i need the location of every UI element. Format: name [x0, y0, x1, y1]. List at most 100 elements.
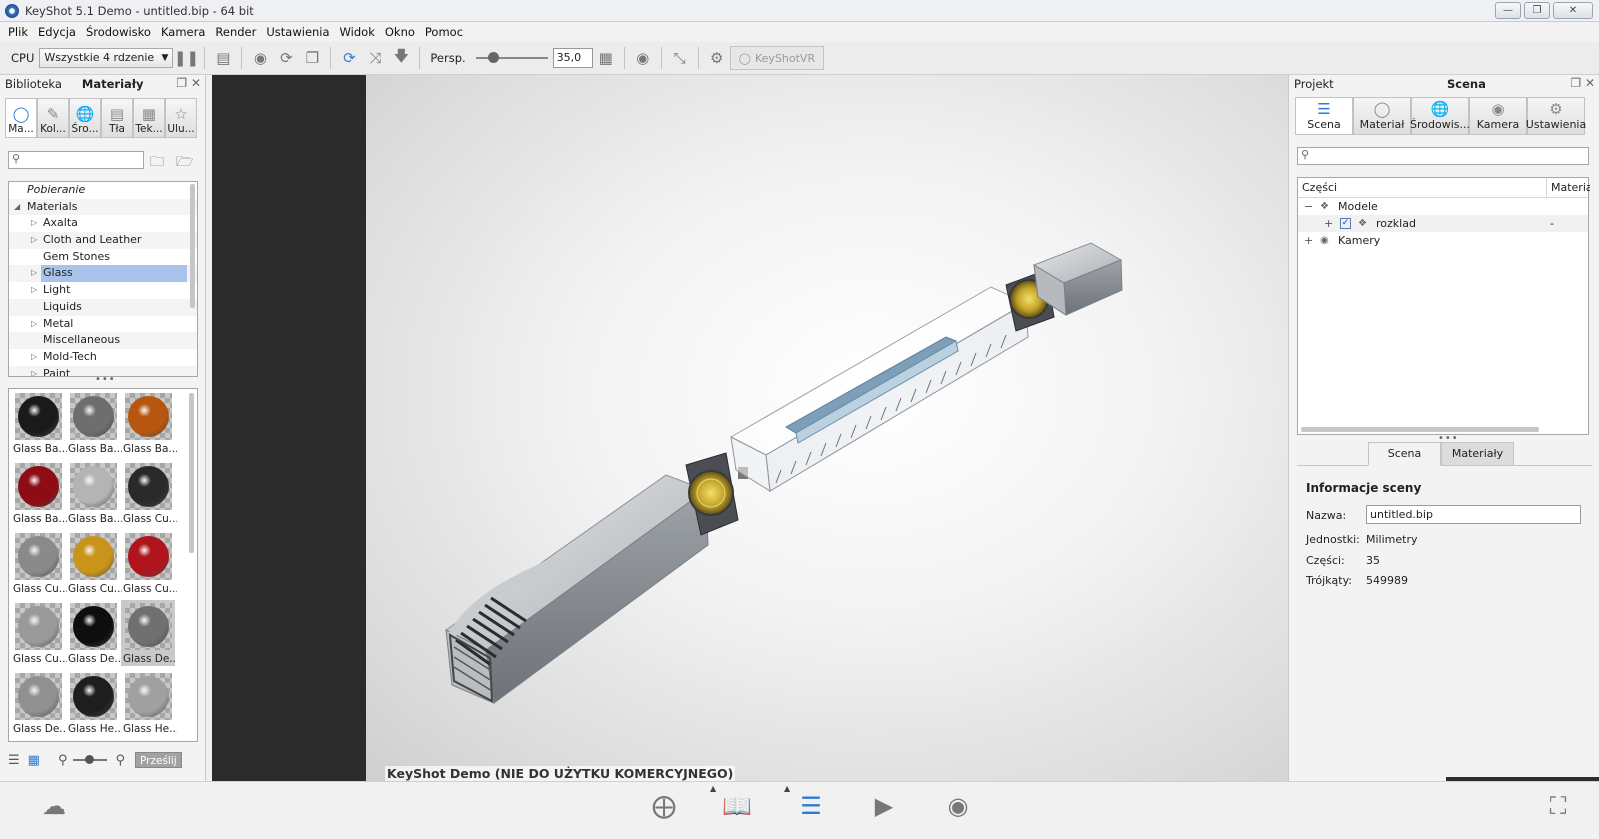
tree-scrollbar[interactable] [190, 184, 195, 308]
expand-icon[interactable]: ▷ [31, 215, 37, 232]
zoom-out-icon[interactable]: ⚲ [58, 753, 68, 768]
menu-ustawienia[interactable]: Ustawienia [261, 25, 334, 39]
horizontal-scrollbar[interactable] [1301, 427, 1539, 432]
menu-plik[interactable]: Plik [3, 25, 33, 39]
expand-icon[interactable]: ▷ [31, 316, 37, 333]
tree-item[interactable]: Liquids [9, 298, 197, 316]
project-tab-4[interactable]: ⚙ Ustawienia [1526, 97, 1586, 135]
restore-icon[interactable]: ❐ [1524, 2, 1550, 19]
collapse-icon[interactable]: ◢ [14, 199, 20, 216]
upload-button[interactable]: Prześlij [135, 752, 182, 768]
expand-icon[interactable]: + [1304, 232, 1313, 249]
tree-item[interactable]: ▷ Light [9, 282, 197, 299]
thumbnails-scrollbar[interactable] [189, 393, 194, 553]
list-view-icon[interactable]: ☰ [8, 753, 20, 768]
add-folder-icon[interactable]: 🗀 [150, 151, 164, 175]
library-tab-4[interactable]: ▦ Tek... [133, 98, 165, 138]
tab-projekt[interactable]: Projekt [1289, 77, 1334, 91]
tree-item[interactable]: ▷ Cloth and Leather [9, 232, 197, 249]
undock-icon[interactable]: ❐ [176, 76, 187, 90]
project-tab-0[interactable]: ☰ Scena [1295, 97, 1353, 135]
tree-row-modele[interactable]: − ❖ Modele [1298, 198, 1588, 215]
tree-item[interactable]: ▷ Axalta [9, 215, 197, 232]
expand-icon[interactable]: ▷ [31, 265, 37, 282]
tree-item[interactable]: ▷ Mold-Tech [9, 349, 197, 366]
tree-row-rozklad[interactable]: + ✓ ❖ rozklad - [1298, 215, 1588, 232]
import-icon[interactable]: ⨁ [646, 792, 682, 820]
geometry-icon[interactable]: ⤡ [669, 47, 691, 69]
scene-name-input[interactable]: untitled.bip [1366, 505, 1581, 524]
cpu-cores-select[interactable]: Wszystkie 4 rdzenie ▼ [39, 48, 174, 68]
library-icon[interactable]: 📖 [719, 792, 755, 820]
material-thumbnail[interactable]: Glass Ba... [121, 390, 177, 456]
expand-icon[interactable]: ▷ [31, 349, 37, 366]
menu-widok[interactable]: Widok [335, 25, 380, 39]
pause-icon[interactable]: ❚❚ [174, 47, 199, 69]
menu-render[interactable]: Render [210, 25, 261, 39]
tree-row-kamery[interactable]: + ◉ Kamery [1298, 232, 1588, 249]
visibility-checkbox[interactable]: ✓ [1340, 218, 1351, 229]
material-thumbnail[interactable]: Glass De... [11, 670, 67, 736]
performance-icon[interactable]: ⚙ [706, 47, 728, 69]
tree-item[interactable]: Pobieranie [9, 182, 197, 199]
material-thumbnail[interactable]: Glass Cu... [121, 530, 177, 596]
cloud-library-icon[interactable]: ☁ [36, 792, 72, 820]
material-thumbnail[interactable]: Glass Ba... [66, 460, 122, 526]
material-thumbnail[interactable]: Glass De... [121, 600, 177, 666]
material-thumbnail[interactable]: Glass De... [66, 600, 122, 666]
expand-icon[interactable]: ▷ [31, 232, 37, 249]
tab-materialy[interactable]: Materiały [82, 77, 144, 91]
expand-icon[interactable]: ▷ [31, 282, 37, 299]
menu-srodowisko[interactable]: Środowisko [81, 25, 156, 39]
drop-to-ground-icon[interactable]: 🡇 [390, 47, 412, 69]
tree-item[interactable]: ▷ Metal [9, 316, 197, 333]
splitter-handle[interactable]: ••• [95, 374, 116, 385]
material-thumbnail[interactable]: Glass He... [121, 670, 177, 736]
presentation-icon[interactable]: ▤ [212, 47, 234, 69]
menu-kamera[interactable]: Kamera [156, 25, 210, 39]
menu-edycja[interactable]: Edycja [33, 25, 81, 39]
screenshot-icon[interactable]: ◉ [940, 792, 976, 820]
tree-item[interactable]: Gem Stones [9, 249, 197, 266]
material-thumbnail[interactable]: Glass Cu... [121, 460, 177, 526]
region-render-icon[interactable]: ◉ [632, 47, 654, 69]
thumbnail-size-slider[interactable] [73, 755, 108, 764]
library-search-input[interactable]: ⚲ [8, 151, 144, 169]
project-tab-2[interactable]: 🌐 Środowis... [1410, 97, 1470, 135]
column-material[interactable]: Materiał [1546, 178, 1590, 198]
undock-icon[interactable]: ❐ [1570, 76, 1581, 90]
column-parts[interactable]: Części [1302, 178, 1337, 198]
tab-scena-header[interactable]: Scena [1447, 77, 1486, 91]
menu-okno[interactable]: Okno [380, 25, 420, 39]
perspective-input[interactable]: 35,0 [552, 48, 593, 68]
animation-icon[interactable]: ▶ [866, 792, 902, 820]
library-tab-3[interactable]: ▤ Tła [101, 98, 133, 138]
project-icon[interactable]: ☰ [793, 792, 829, 820]
material-thumbnail[interactable]: Glass Ba... [11, 460, 67, 526]
library-tab-2[interactable]: 🌐 Śro... [69, 98, 101, 138]
material-thumbnail[interactable]: Glass Ba... [66, 390, 122, 456]
project-tab-1[interactable]: ◯ Materiał [1353, 97, 1411, 135]
library-tab-5[interactable]: ☆ Ulu... [165, 98, 197, 138]
material-thumbnail[interactable]: Glass Cu... [11, 600, 67, 666]
scene-search-input[interactable]: ⚲ [1297, 147, 1589, 165]
minimize-icon[interactable]: — [1495, 2, 1521, 19]
render-viewport[interactable]: KeyShot Demo (NIE DO UŻYTKU KOMERCYJNEGO… [366, 75, 1288, 781]
fullscreen-icon[interactable]: ⛶ [1540, 792, 1576, 820]
collapse-icon[interactable]: − [1304, 198, 1313, 215]
zoom-in-icon[interactable]: ⚲ [115, 753, 125, 768]
library-tab-0[interactable]: ◯ Ma... [5, 98, 37, 138]
material-thumbnail[interactable]: Glass Cu... [11, 530, 67, 596]
expand-icon[interactable]: ▷ [31, 366, 37, 376]
perspective-slider[interactable] [475, 52, 548, 63]
project-tab-3[interactable]: ◉ Kamera [1469, 97, 1527, 135]
expand-icon[interactable]: + [1324, 215, 1333, 232]
tab-biblioteka[interactable]: Biblioteka [0, 77, 62, 91]
fit-view-icon[interactable]: ⤨ [364, 47, 386, 69]
grid-icon[interactable]: ▦ [595, 47, 617, 69]
material-thumbnail[interactable]: Glass Cu... [66, 530, 122, 596]
menu-pomoc[interactable]: Pomoc [420, 25, 468, 39]
tab-info-scena[interactable]: Scena [1368, 442, 1441, 466]
material-thumbnail[interactable]: Glass He... [66, 670, 122, 736]
close-icon[interactable]: ✕ [1553, 2, 1593, 19]
